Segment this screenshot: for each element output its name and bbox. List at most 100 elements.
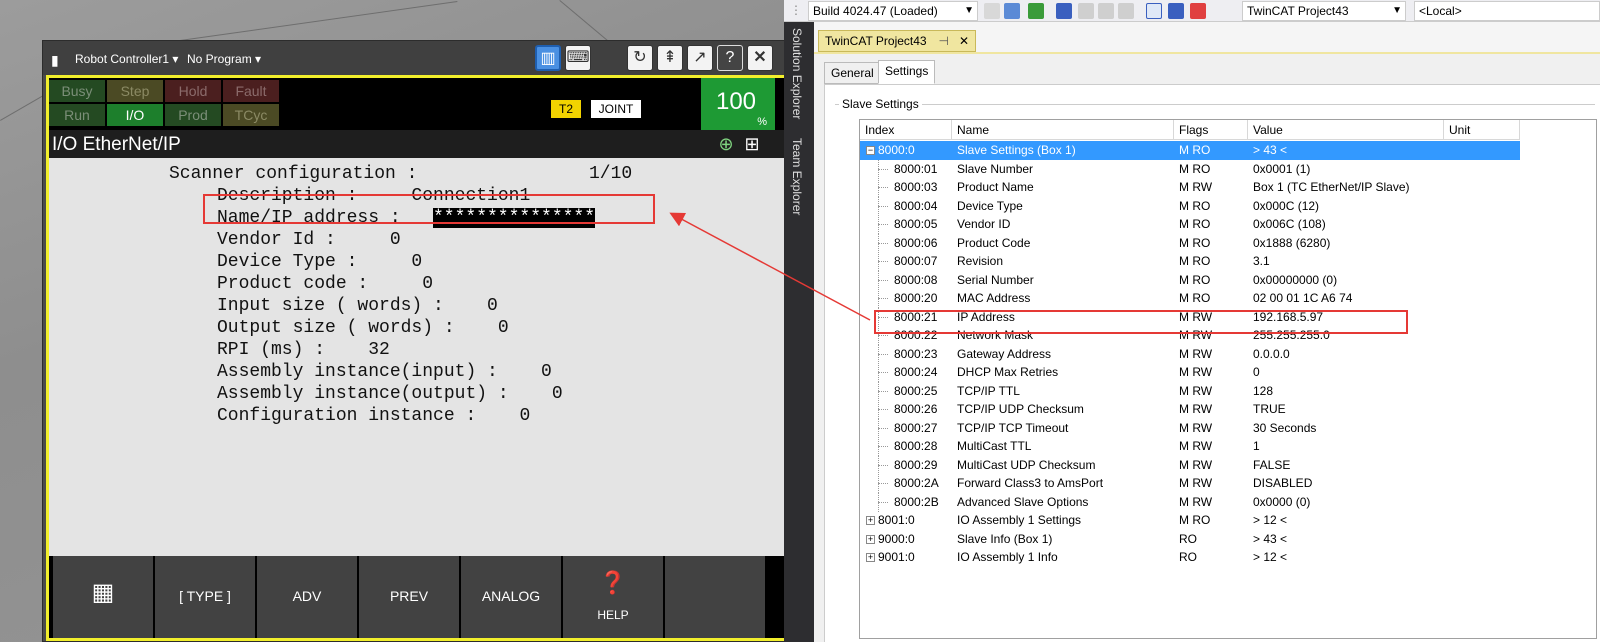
cell-index: 8000:03	[894, 180, 938, 194]
table-row[interactable]: 8000:2B Advanced Slave Options M RW 0x0000 …	[860, 492, 1520, 512]
pin-icon[interactable]: ⇞	[657, 45, 683, 71]
cell-index: 8000:06	[894, 235, 938, 250]
table-row[interactable]: +9001:0 IO Assembly 1 Info RO > 12 <	[860, 548, 1520, 567]
cell-name: Forward Class3 to AmsPort	[957, 476, 1104, 490]
assembly-output-line[interactable]: Assembly instance(output) : 0	[217, 384, 563, 404]
table-row[interactable]: 8000:29 MultiCast UDP Checksum M RW FALSE	[860, 455, 1520, 475]
table-row[interactable]: 8000:27 TCP/IP TCP Timeout M RW 30 Seconds	[860, 418, 1520, 438]
expand-icon[interactable]: +	[866, 516, 875, 525]
target-combo[interactable]: <Local>	[1414, 1, 1600, 21]
toolbar-network-icon[interactable]	[1168, 3, 1184, 19]
expand-icon[interactable]: +	[866, 534, 875, 544]
cell-value: 0.0.0.0	[1253, 346, 1290, 361]
help-question-icon: ❓	[599, 570, 627, 595]
menu-button[interactable]: ▦	[53, 556, 153, 638]
config-instance-line[interactable]: Configuration instance : 0	[217, 406, 530, 426]
refresh-icon[interactable]: ↻	[627, 45, 653, 71]
target-label: <Local>	[1419, 4, 1462, 18]
toolbar-disconnect-icon[interactable]	[1190, 3, 1206, 19]
toolbar-reload-icon[interactable]	[1078, 3, 1094, 19]
toolbar-settings-icon[interactable]	[1118, 3, 1134, 19]
keyboard-icon[interactable]: ⌨	[565, 45, 591, 71]
team-explorer-tab[interactable]: Team Explorer	[790, 138, 804, 215]
output-size-line[interactable]: Output size ( words) : 0	[217, 318, 509, 338]
table-row[interactable]: 8000:23 Gateway Address M RW 0.0.0.0	[860, 344, 1520, 364]
table-row[interactable]: 8000:20 MAC Address M RO 02 00 01 1C A6 74	[860, 289, 1520, 308]
zoom-icon[interactable]: ⊕	[715, 133, 737, 155]
type-button[interactable]: [ TYPE ]	[155, 556, 255, 638]
toolbar-activate-icon[interactable]	[1028, 3, 1044, 19]
side-tab-strip: Solution Explorer Team Explorer	[784, 22, 814, 642]
table-row[interactable]: 8000:25 TCP/IP TTL M RW 128	[860, 381, 1520, 401]
toolbar-config-icon[interactable]	[1004, 3, 1020, 19]
layout-icon[interactable]: ⊞	[741, 133, 763, 155]
table-row[interactable]: 8000:2A Forward Class3 to AmsPort M RW DISA…	[860, 474, 1520, 493]
table-row[interactable]: 8000:01 Slave Number M RO 0x0001 (1)	[860, 159, 1520, 179]
table-row[interactable]: 8000:06 Product Code M RO 0x1888 (6280)	[860, 233, 1520, 253]
cell-name: Slave Info (Box 1)	[957, 531, 1053, 546]
tab-settings[interactable]: Settings	[878, 60, 936, 84]
program-dropdown[interactable]: No Program ▾	[187, 52, 261, 66]
toolbar-run-icon[interactable]	[1056, 3, 1072, 19]
pendant-keyboard-icon[interactable]: ▥	[535, 45, 561, 71]
table-row[interactable]: 8000:28 MultiCast TTL M RW 1	[860, 437, 1520, 456]
help-icon[interactable]: ?	[717, 45, 743, 71]
status-run: Run	[49, 104, 105, 126]
vendor-line[interactable]: Vendor Id : 0	[217, 230, 401, 250]
col-unit[interactable]: Unit	[1444, 120, 1520, 140]
type-label: [ TYPE ]	[179, 588, 231, 604]
table-row[interactable]: −8000:0 Slave Settings (Box 1) M RO > 43 <	[860, 141, 1520, 160]
document-tab[interactable]: TwinCAT Project43 ⊣ ✕	[818, 30, 976, 52]
product-code-line[interactable]: Product code : 0	[217, 274, 433, 294]
col-name[interactable]: Name	[952, 120, 1174, 140]
toolbar-tool-icon[interactable]	[984, 3, 1000, 19]
table-row[interactable]: 8000:26 TCP/IP UDP Checksum M RW TRUE	[860, 400, 1520, 419]
pin-icon[interactable]: ⊣	[939, 31, 949, 51]
tab-general[interactable]: General	[824, 62, 881, 84]
close-icon[interactable]: ✕	[747, 45, 773, 71]
tree-connector	[878, 252, 879, 271]
rpi-line[interactable]: RPI (ms) : 32	[217, 340, 390, 360]
tree-connector	[878, 233, 879, 253]
device-type-line[interactable]: Device Type : 0	[217, 252, 422, 272]
project-combo[interactable]: TwinCAT Project43 ▼	[1242, 1, 1406, 21]
help-button[interactable]: ❓ HELP	[563, 556, 663, 638]
table-row[interactable]: 8000:03 Product Name M RW Box 1 (TC EtherNe…	[860, 178, 1520, 197]
table-row[interactable]: +9000:0 Slave Info (Box 1) RO > 43 <	[860, 530, 1520, 549]
table-row[interactable]: 8000:04 Device Type M RO 0x000C (12)	[860, 196, 1520, 216]
table-row[interactable]: 8000:07 Revision M RO 3.1	[860, 252, 1520, 271]
solution-explorer-tab[interactable]: Solution Explorer	[790, 28, 804, 119]
table-row[interactable]: +8001:0 IO Assembly 1 Settings M RO > 12 <	[860, 511, 1520, 530]
col-value[interactable]: Value	[1248, 120, 1444, 140]
cell-index: 8000:01	[894, 161, 938, 176]
cell-value: 0x1888 (6280)	[1253, 235, 1331, 250]
analog-button[interactable]: ANALOG	[461, 556, 561, 638]
cell-index: 8000:08	[894, 272, 938, 287]
speed-override[interactable]: 100 %	[701, 78, 775, 130]
cell-name: Serial Number	[957, 272, 1034, 287]
cell-value: Box 1 (TC EtherNet/IP Slave)	[1253, 180, 1410, 194]
table-row[interactable]: 8000:08 Serial Number M RO 0x00000000 (0)	[860, 270, 1520, 290]
col-index[interactable]: Index	[860, 120, 952, 140]
table-row[interactable]: 8000:05 Vendor ID M RO 0x006C (108)	[860, 215, 1520, 234]
popout-icon[interactable]: ↗	[687, 45, 713, 71]
assembly-input-line[interactable]: Assembly instance(input) : 0	[217, 362, 552, 382]
scanner-heading: Scanner configuration :	[169, 164, 418, 184]
close-tab-icon[interactable]: ✕	[959, 31, 969, 51]
tree-connector	[878, 335, 888, 336]
controller-dropdown[interactable]: Robot Controller1 ▾	[75, 52, 178, 66]
adv-button[interactable]: ADV	[257, 556, 357, 638]
softkey-empty[interactable]	[665, 556, 765, 638]
collapse-icon[interactable]: −	[866, 146, 875, 155]
adv-label: ADV	[292, 588, 322, 604]
col-flags[interactable]: Flags	[1174, 120, 1248, 140]
prev-button[interactable]: PREV	[359, 556, 459, 638]
toolbar-search-icon[interactable]	[1146, 3, 1162, 19]
cell-name: IO Assembly 1 Settings	[957, 513, 1082, 527]
build-combo[interactable]: Build 4024.47 (Loaded) ▼	[808, 1, 978, 21]
table-row[interactable]: 8000:24 DHCP Max Retries M RW 0	[860, 363, 1520, 382]
tree-connector	[878, 418, 879, 438]
input-size-line[interactable]: Input size ( words) : 0	[217, 296, 498, 316]
toolbar-scan-icon[interactable]	[1098, 3, 1114, 19]
expand-icon[interactable]: +	[866, 553, 875, 562]
